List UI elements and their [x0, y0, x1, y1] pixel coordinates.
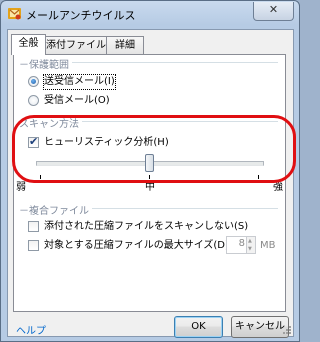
- group-title-compressed: －複合ファイル: [19, 202, 92, 217]
- tab-general-label: 全般: [18, 38, 39, 49]
- close-icon: ✕: [268, 3, 279, 16]
- checkbox[interactable]: [28, 221, 39, 232]
- tab-details[interactable]: 詳細: [106, 36, 144, 54]
- checkbox-heuristic-label: ヒューリスティック分析(H): [44, 137, 169, 148]
- checkbox-max-size-label: 対象とする圧縮ファイルの最大サイズ(D):: [44, 240, 233, 251]
- slider-label-mid: 中: [145, 182, 155, 193]
- dialog-client: 全般 添付ファイル 詳細 －保護範囲 送受信メール(I) 受信メール(O) スキ…: [7, 29, 294, 338]
- close-button[interactable]: ✕: [253, 2, 294, 21]
- checkbox-skip-attachments-label: 添付された圧縮ファイルをスキャンしない(S): [44, 221, 249, 232]
- tab-details-label: 詳細: [115, 40, 135, 51]
- tab-attachments-label: 添付ファイル: [46, 40, 106, 51]
- radio-button[interactable]: [28, 95, 39, 106]
- slider-tick: [40, 175, 41, 179]
- radio-send-receive-label: 送受信メール(I): [43, 74, 116, 90]
- max-size-value: 8: [238, 238, 245, 249]
- title-bar[interactable]: メールアンチウイルス ✕: [1, 1, 299, 27]
- tab-attachments[interactable]: 添付ファイル: [45, 36, 107, 54]
- dialog-window: メールアンチウイルス ✕ 全般 添付ファイル 詳細 －保護範囲 送受信メール(I…: [0, 0, 300, 342]
- slider-tick: [258, 175, 259, 179]
- tab-panel-general: －保護範囲 送受信メール(I) 受信メール(O) スキャン方法 ✔ ヒューリステ…: [13, 54, 286, 312]
- heuristic-slider-thumb[interactable]: [145, 154, 154, 172]
- checkbox[interactable]: [28, 240, 39, 251]
- app-icon: [8, 8, 21, 20]
- group-title-text: 複合ファイル: [29, 206, 89, 217]
- help-link[interactable]: ヘルプ: [16, 322, 46, 337]
- ok-button[interactable]: OK: [174, 316, 223, 338]
- chevron-up-icon[interactable]: ▲: [248, 239, 252, 244]
- slider-tick: [149, 175, 150, 179]
- ok-button-label: OK: [191, 321, 206, 332]
- chevron-down-icon[interactable]: ▼: [248, 247, 252, 252]
- resize-grip-icon[interactable]: [282, 325, 292, 335]
- radio-button[interactable]: [28, 76, 39, 87]
- window-title: メールアンチウイルス: [26, 9, 136, 22]
- tab-general[interactable]: 全般: [11, 34, 46, 55]
- radio-receive-only-label: 受信メール(O): [44, 95, 110, 106]
- checkbox[interactable]: ✔: [28, 135, 39, 148]
- max-size-unit: MB: [260, 240, 276, 251]
- max-size-stepper[interactable]: 8 ▲ ▼: [226, 236, 256, 254]
- cancel-button[interactable]: キャンセル: [231, 316, 289, 338]
- group-title-protection-scope: －保護範囲: [19, 56, 72, 71]
- group-title-text: 保護範囲: [29, 60, 69, 71]
- cancel-button-label: キャンセル: [235, 321, 285, 332]
- stepper-arrows[interactable]: ▲ ▼: [246, 237, 255, 253]
- check-icon: ✔: [29, 135, 39, 148]
- slider-label-low: 弱: [16, 182, 26, 193]
- slider-label-high: 強: [273, 182, 283, 193]
- group-title-scan-method: スキャン方法: [19, 115, 82, 130]
